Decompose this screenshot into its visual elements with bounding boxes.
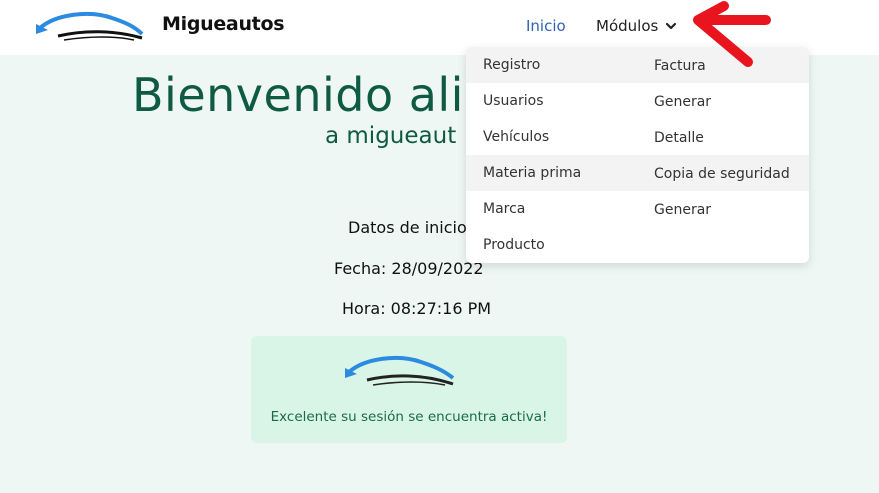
car-logo-icon: [345, 355, 455, 386]
nav-inicio-link[interactable]: Inicio: [526, 17, 566, 35]
menu-item-copia-seguridad[interactable]: Copia de seguridad: [637, 155, 809, 191]
red-arrow-annotation: [693, 1, 771, 67]
welcome-title: Bienvenido ali: [132, 68, 464, 122]
nav-modulos-label: Módulos: [596, 17, 659, 35]
welcome-subtitle: a migueaut: [325, 123, 457, 149]
chevron-down-icon: [666, 22, 677, 30]
menu-item-detalle[interactable]: Detalle: [637, 119, 809, 155]
nav-modulos-toggle[interactable]: Módulos: [596, 17, 678, 35]
session-alert: Excelente su sesión se encuentra activa!: [251, 336, 567, 443]
menu-item-generar-factura[interactable]: Generar: [637, 83, 809, 119]
menu-item-producto[interactable]: Producto: [466, 227, 637, 263]
menu-item-vehiculos[interactable]: Vehículos: [466, 119, 637, 155]
menu-item-usuarios[interactable]: Usuarios: [466, 83, 637, 119]
dropdown-left-column: Registro Usuarios Vehículos Materia prim…: [466, 47, 637, 263]
menu-item-marca[interactable]: Marca: [466, 191, 637, 227]
brand-name[interactable]: Migueautos: [162, 13, 285, 35]
alert-message: Excelente su sesión se encuentra activa!: [270, 409, 548, 425]
menu-item-generar-copia[interactable]: Generar: [637, 191, 809, 227]
modulos-dropdown-menu: Registro Usuarios Vehículos Materia prim…: [466, 47, 809, 263]
datos-inicio-label: Datos de inicio: [348, 218, 467, 237]
menu-item-registro[interactable]: Registro: [466, 47, 637, 83]
hora-label: Hora: 08:27:16 PM: [342, 299, 492, 318]
menu-item-materia-prima[interactable]: Materia prima: [466, 155, 637, 191]
fecha-label: Fecha: 28/09/2022: [334, 259, 484, 278]
car-logo-icon[interactable]: [34, 6, 146, 46]
